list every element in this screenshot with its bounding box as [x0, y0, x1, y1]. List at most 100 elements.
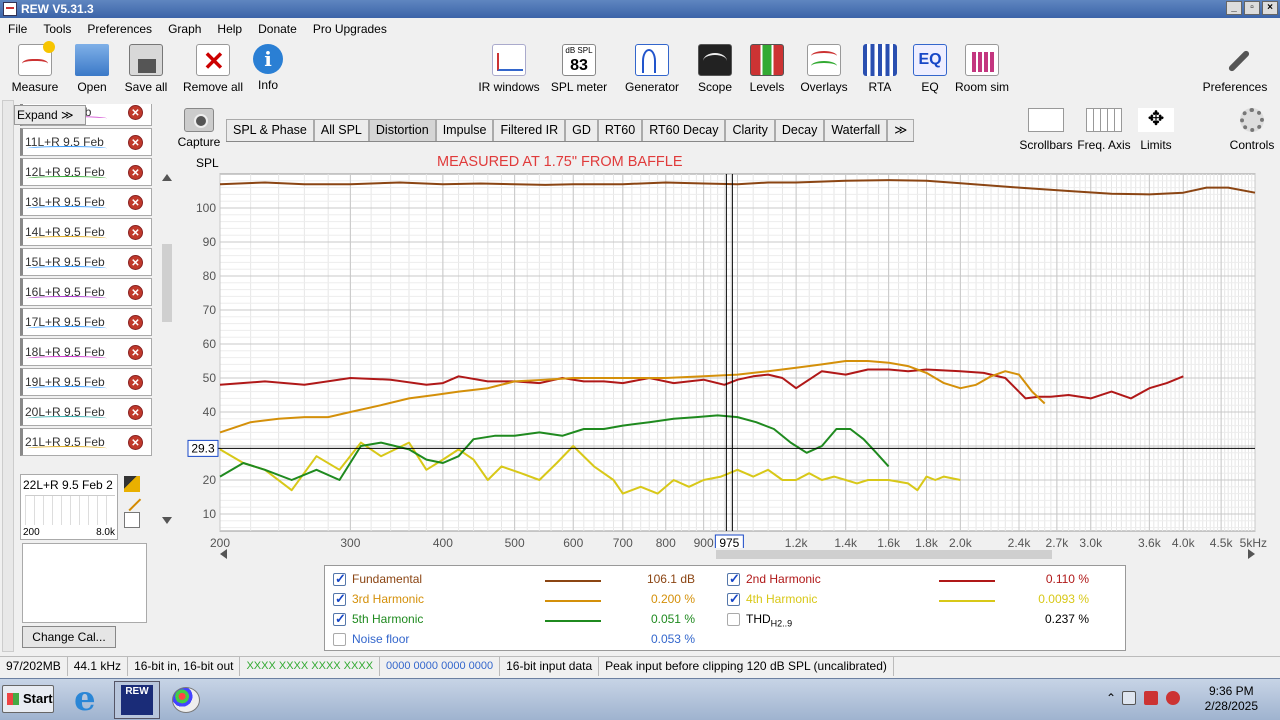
tab-more-chevron-icon[interactable]: ≫ [887, 119, 915, 141]
tab-rt60-decay[interactable]: RT60 Decay [642, 119, 726, 141]
measurement-item[interactable]: 17L+R 9.5 Feb ✕ [20, 308, 152, 336]
measurement-item[interactable]: 13L+R 9.5 Feb ✕ [20, 188, 152, 216]
menu-graph[interactable]: Graph [160, 22, 209, 36]
measurements-scrollbar[interactable] [2, 100, 14, 652]
3rd-harmonic-checkbox[interactable] [333, 591, 346, 607]
tab-gd[interactable]: GD [565, 119, 598, 141]
delete-measurement-icon[interactable]: ✕ [128, 225, 143, 240]
pencil-icon[interactable] [122, 492, 142, 512]
measurement-item[interactable]: 14L+R 9.5 Feb ✕ [20, 218, 152, 246]
eq-filter-icon[interactable] [124, 476, 140, 492]
delete-measurement-icon[interactable]: ✕ [128, 285, 143, 300]
levels-button[interactable]: Levels [746, 44, 788, 94]
tab-distortion[interactable]: Distortion [368, 119, 436, 141]
4th-harmonic-checkbox[interactable] [727, 591, 740, 607]
minimize-button[interactable]: _ [1226, 1, 1242, 15]
4th-harmonic-legend-label: 4th Harmonic [746, 592, 818, 606]
measure-button[interactable]: Measure [10, 41, 60, 94]
scrollbars-toggle[interactable]: Scrollbars [1018, 108, 1074, 152]
change-cal-button[interactable]: Change Cal... [22, 626, 116, 648]
measurement-item[interactable]: 16L+R 9.5 Feb ✕ [20, 278, 152, 306]
delete-measurement-icon[interactable]: ✕ [128, 375, 143, 390]
eq-button[interactable]: EQ EQ [910, 44, 950, 94]
delete-measurement-icon[interactable]: ✕ [128, 405, 143, 420]
menu-tools[interactable]: Tools [35, 22, 79, 36]
tab-impulse[interactable]: Impulse [435, 119, 494, 141]
close-button[interactable]: × [1262, 1, 1278, 15]
fundamental-checkbox[interactable] [333, 571, 346, 587]
overlays-button[interactable]: Overlays [798, 44, 850, 94]
preferences-button[interactable]: Preferences [1200, 44, 1270, 94]
selected-measurement[interactable]: 22L+R 9.5 Feb 2 200 8.0k [20, 474, 118, 540]
measurement-item[interactable]: 12L+R 9.5 Feb ✕ [20, 158, 152, 186]
save-all-button[interactable]: Save all [122, 44, 170, 94]
measurement-item[interactable]: 18L+R 9.5 Feb ✕ [20, 338, 152, 366]
network-icon[interactable] [1144, 691, 1158, 705]
menu-file[interactable]: File [0, 22, 35, 36]
distortion-graph[interactable]: 2003004005006007008009001k1.2k1.4k1.6k1.… [160, 168, 1270, 548]
delete-measurement-icon[interactable]: ✕ [128, 195, 143, 210]
rew-taskbar-button[interactable]: REW [114, 681, 160, 719]
delete-measurement-icon[interactable]: ✕ [128, 105, 143, 120]
expand-button[interactable]: Expand ≫ [14, 105, 86, 125]
scroll-right-arrow-icon[interactable] [1248, 549, 1255, 559]
scope-button[interactable]: Scope [694, 44, 736, 94]
spl-meter-button[interactable]: dB SPL 83 SPL meter [548, 44, 610, 94]
measurement-item[interactable]: 11L+R 9.5 Feb ✕ [20, 128, 152, 156]
delete-measurement-icon[interactable]: ✕ [128, 135, 143, 150]
tab-all-spl[interactable]: All SPL [313, 119, 369, 141]
delete-measurement-icon[interactable]: ✕ [128, 255, 143, 270]
tab-rt60[interactable]: RT60 [597, 119, 643, 141]
limits-label: Limits [1140, 138, 1172, 152]
tab-waterfall[interactable]: Waterfall [824, 119, 888, 141]
ir-windows-button[interactable]: IR windows [476, 44, 542, 94]
measurement-notes[interactable] [22, 543, 147, 623]
menu-preferences[interactable]: Preferences [79, 22, 160, 36]
menu-pro-upgrades[interactable]: Pro Upgrades [305, 22, 395, 36]
controls-button[interactable]: Controls [1228, 108, 1276, 152]
2nd-harmonic-checkbox[interactable] [727, 571, 740, 587]
tab-filtered-ir[interactable]: Filtered IR [493, 119, 566, 141]
room-sim-button[interactable]: Room sim [954, 44, 1010, 94]
notes-icon[interactable] [124, 512, 140, 528]
thd-checkbox[interactable] [727, 613, 740, 626]
volume-icon[interactable] [1122, 691, 1136, 705]
scroll-down-arrow-icon[interactable] [162, 517, 172, 524]
open-button[interactable]: Open [72, 44, 112, 94]
limits-button[interactable]: ✥ Limits [1136, 108, 1176, 152]
clock[interactable]: 9:36 PM 2/28/2025 [1205, 684, 1258, 714]
scroll-up-arrow-icon[interactable] [162, 174, 172, 181]
paint-icon[interactable] [164, 683, 208, 717]
tab-decay[interactable]: Decay [774, 119, 825, 141]
vertical-scroll-thumb[interactable] [162, 244, 172, 322]
action-center-icon[interactable] [1166, 691, 1180, 705]
generator-button[interactable]: Generator [622, 44, 682, 94]
rta-button[interactable]: RTA [862, 44, 898, 94]
start-button[interactable]: Start [2, 685, 54, 713]
noise-floor-checkbox[interactable] [333, 633, 346, 646]
measurement-item[interactable]: 21L+R 9.5 Feb ✕ [20, 428, 152, 456]
menu-donate[interactable]: Donate [250, 22, 305, 36]
info-button[interactable]: i Info [252, 44, 284, 92]
horizontal-scroll-thumb[interactable] [716, 550, 1052, 559]
delete-measurement-icon[interactable]: ✕ [128, 435, 143, 450]
5th-harmonic-checkbox[interactable] [333, 611, 346, 627]
maximize-button[interactable]: ▫ [1244, 1, 1260, 15]
graph-vertical-scrollbar[interactable] [160, 174, 174, 524]
remove-all-button[interactable]: Remove all [182, 44, 244, 94]
delete-measurement-icon[interactable]: ✕ [128, 165, 143, 180]
measurement-item[interactable]: 15L+R 9.5 Feb ✕ [20, 248, 152, 276]
delete-measurement-icon[interactable]: ✕ [128, 315, 143, 330]
graph-horizontal-scrollbar[interactable] [220, 547, 1255, 561]
tab-clarity[interactable]: Clarity [725, 119, 775, 141]
internet-explorer-icon[interactable] [64, 679, 112, 719]
scroll-left-arrow-icon[interactable] [220, 549, 227, 559]
freq-axis-button[interactable]: Freq. Axis [1076, 108, 1132, 152]
measurement-item[interactable]: 20L+R 9.5 Feb ✕ [20, 398, 152, 426]
menu-help[interactable]: Help [209, 22, 250, 36]
delete-measurement-icon[interactable]: ✕ [128, 345, 143, 360]
tab-spl-phase[interactable]: SPL & Phase [226, 119, 314, 141]
capture-button[interactable]: Capture [176, 108, 222, 149]
measurement-item[interactable]: 19L+R 9.5 Feb ✕ [20, 368, 152, 396]
tray-expand-icon[interactable]: ⌃ [1106, 691, 1116, 705]
